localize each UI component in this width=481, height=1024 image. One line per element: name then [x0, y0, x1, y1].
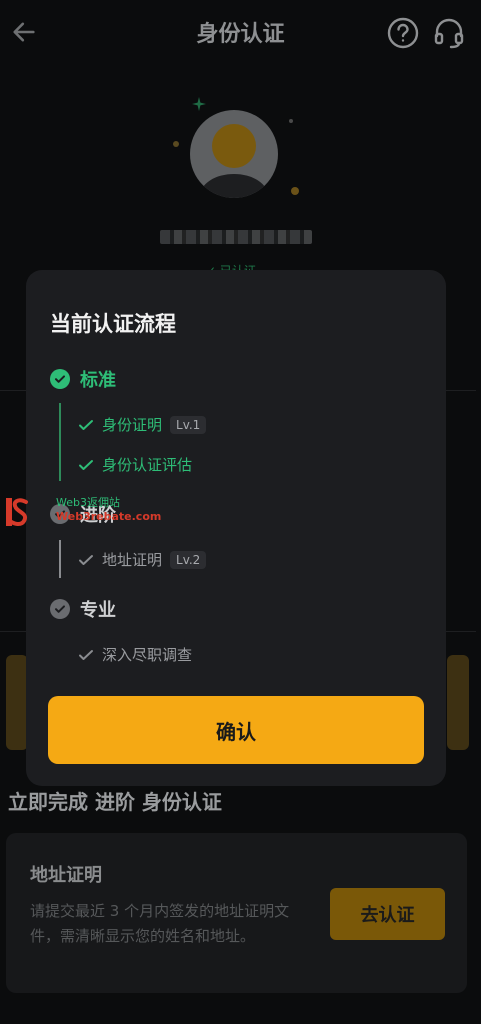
- help-button[interactable]: [386, 16, 420, 50]
- username-blurred: [160, 230, 312, 244]
- watermark: Web3返佣站 Web3rebate.com: [4, 494, 161, 534]
- watermark-logo-icon: [6, 498, 28, 526]
- dot-decoration-icon: [173, 141, 179, 147]
- watermark-url: Web3rebate.com: [56, 510, 162, 523]
- dot-decoration-icon: [291, 187, 299, 195]
- step-item: 身份认证评估: [78, 454, 192, 475]
- complete-verification-heading: 立即完成 进阶 身份认证: [8, 790, 222, 814]
- level-label: 专业: [80, 600, 116, 621]
- check-icon: [79, 419, 93, 430]
- user-avatar-icon: [190, 110, 278, 198]
- step-item: 地址证明 Lv.2: [78, 549, 207, 570]
- progress-line: [59, 540, 61, 578]
- confirm-button[interactable]: 确认: [48, 696, 424, 764]
- headset-icon: [434, 18, 464, 49]
- check-circle-icon: [50, 369, 70, 389]
- level-badge: Lv.2: [170, 550, 207, 569]
- progress-line: [59, 403, 61, 481]
- level-pro: 专业: [50, 596, 116, 622]
- avatar: [190, 110, 278, 198]
- address-proof-card: 地址证明 请提交最近 3 个月内签发的地址证明文件，需清晰显示您的姓名和地址。 …: [6, 833, 467, 993]
- watermark-text: Web3返佣站: [56, 496, 120, 509]
- address-proof-description: 请提交最近 3 个月内签发的地址证明文件，需清晰显示您的姓名和地址。: [30, 902, 290, 945]
- step-label: 深入尽职调查: [102, 646, 193, 664]
- header-bar: 身份认证: [0, 0, 481, 66]
- background-banner-edge: [447, 655, 469, 750]
- step-item: 身份证明 Lv.1: [78, 414, 207, 435]
- level-label: 标准: [80, 370, 116, 391]
- go-verify-button[interactable]: 去认证: [330, 888, 445, 940]
- step-label: 身份证明: [102, 416, 163, 434]
- background-card-edge: [445, 390, 476, 632]
- address-proof-title: 地址证明: [30, 865, 102, 886]
- step-label: 身份认证评估: [102, 456, 193, 474]
- step-label: 地址证明: [102, 551, 163, 569]
- dot-decoration-icon: [289, 119, 293, 123]
- sparkle-icon: [192, 97, 206, 111]
- check-icon: [79, 649, 93, 660]
- question-circle-icon: [387, 17, 419, 49]
- step-item: 深入尽职调查: [78, 644, 192, 665]
- modal-title: 当前认证流程: [50, 312, 176, 336]
- level-badge: Lv.1: [170, 415, 207, 434]
- check-icon: [79, 459, 93, 470]
- support-button[interactable]: [432, 16, 466, 50]
- check-circle-icon: [50, 599, 70, 619]
- level-standard: 标准: [50, 366, 116, 392]
- check-icon: [79, 554, 93, 565]
- background-banner-edge: [6, 655, 28, 750]
